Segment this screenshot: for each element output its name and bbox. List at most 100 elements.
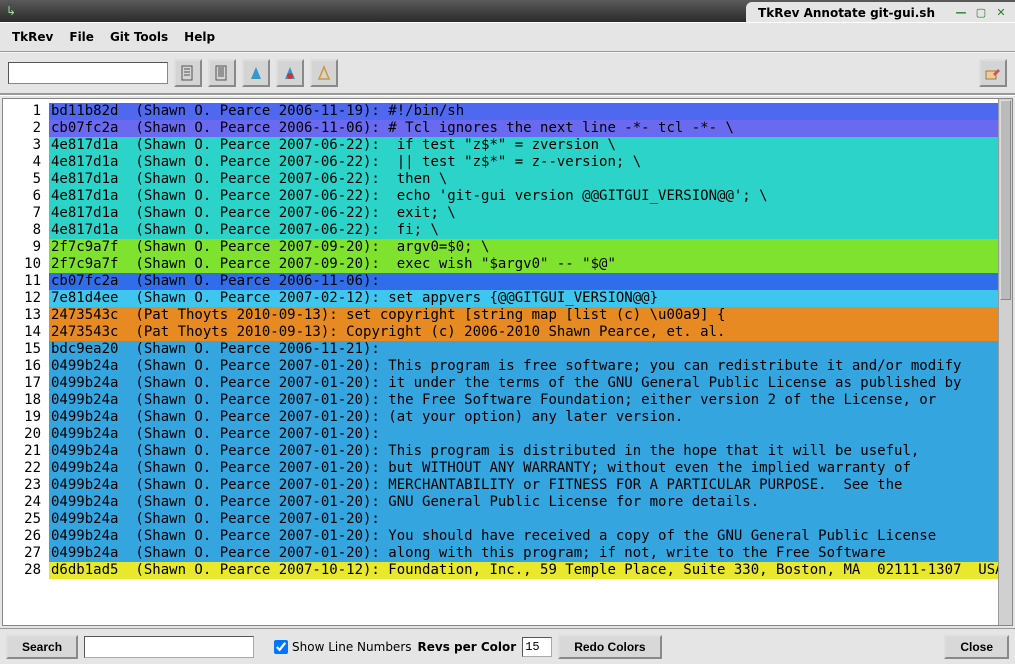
commit-hash: 4e817d1a (51, 222, 127, 239)
annotate-line[interactable]: 0499b24a (Shawn O. Pearce 2007-01-20): G… (49, 494, 998, 511)
annotate-line[interactable]: d6db1ad5 (Shawn O. Pearce 2007-10-12): F… (49, 562, 998, 579)
annotate-line[interactable]: 4e817d1a (Shawn O. Pearce 2007-06-22): e… (49, 188, 998, 205)
line-number: 25 (5, 511, 41, 528)
scrollbar-thumb[interactable] (1000, 100, 1011, 300)
toolbar-btn-tree3[interactable] (310, 59, 338, 87)
line-number: 16 (5, 358, 41, 375)
annotate-line[interactable]: 4e817d1a (Shawn O. Pearce 2007-06-22): e… (49, 205, 998, 222)
line-content: exec wish "$argv0" -- "$@" (388, 256, 998, 273)
window-title: TkRev Annotate git-gui.sh (746, 2, 947, 22)
commit-meta: (Shawn O. Pearce 2007-01-20): (127, 426, 380, 443)
line-content (380, 511, 998, 528)
minimize-icon[interactable]: — (953, 5, 969, 19)
line-number: 13 (5, 307, 41, 324)
toolbar-btn-tree1[interactable] (242, 59, 270, 87)
annotate-line[interactable]: 7e81d4ee (Shawn O. Pearce 2007-02-12): s… (49, 290, 998, 307)
line-content: argv0=$0; \ (388, 239, 998, 256)
line-number: 6 (5, 188, 41, 205)
search-input[interactable] (84, 636, 254, 658)
annotate-line[interactable]: 0499b24a (Shawn O. Pearce 2007-01-20): Y… (49, 528, 998, 545)
annotate-line[interactable]: 2f7c9a7f (Shawn O. Pearce 2007-09-20): e… (49, 256, 998, 273)
toolbar-btn-doc2[interactable] (208, 59, 236, 87)
toolbar-btn-doc1[interactable] (174, 59, 202, 87)
toolbar-search-input[interactable] (8, 62, 168, 84)
menu-git-tools[interactable]: Git Tools (104, 28, 174, 46)
search-button[interactable]: Search (6, 635, 78, 659)
annotate-line[interactable]: 0499b24a (Shawn O. Pearce 2007-01-20): a… (49, 545, 998, 562)
line-number: 15 (5, 341, 41, 358)
line-content: set appvers {@@GITGUI_VERSION@@} (388, 290, 998, 307)
line-number: 7 (5, 205, 41, 222)
annotate-line[interactable]: 0499b24a (Shawn O. Pearce 2007-01-20): (… (49, 409, 998, 426)
annotate-line[interactable]: 0499b24a (Shawn O. Pearce 2007-01-20): i… (49, 375, 998, 392)
menu-help[interactable]: Help (178, 28, 221, 46)
annotate-line[interactable]: 2473543c (Pat Thoyts 2010-09-13): set co… (49, 307, 998, 324)
annotate-line[interactable]: 0499b24a (Shawn O. Pearce 2007-01-20): (49, 511, 998, 528)
annotate-line[interactable]: 2f7c9a7f (Shawn O. Pearce 2007-09-20): a… (49, 239, 998, 256)
annotate-line[interactable]: cb07fc2a (Shawn O. Pearce 2006-11-06): #… (49, 120, 998, 137)
line-content: the Free Software Foundation; either ver… (388, 392, 998, 409)
annotate-line[interactable]: 0499b24a (Shawn O. Pearce 2007-01-20): t… (49, 392, 998, 409)
close-button[interactable]: Close (944, 635, 1009, 659)
line-content (380, 341, 998, 358)
commit-hash: 0499b24a (51, 528, 127, 545)
line-number: 10 (5, 256, 41, 273)
commit-hash: 4e817d1a (51, 171, 127, 188)
menu-file[interactable]: File (63, 28, 100, 46)
line-number: 20 (5, 426, 41, 443)
show-line-numbers-checkbox[interactable]: Show Line Numbers (274, 640, 411, 654)
commit-meta: (Shawn O. Pearce 2007-01-20): (127, 460, 388, 477)
close-icon[interactable]: ✕ (993, 5, 1009, 19)
annotate-line[interactable]: 2473543c (Pat Thoyts 2010-09-13): Copyri… (49, 324, 998, 341)
line-number: 26 (5, 528, 41, 545)
line-content: This program is free software; you can r… (388, 358, 998, 375)
commit-meta: (Shawn O. Pearce 2007-10-12): (127, 562, 388, 579)
line-content: #!/bin/sh (388, 103, 998, 120)
line-content: exit; \ (388, 205, 998, 222)
commit-hash: 0499b24a (51, 426, 127, 443)
annotate-lines[interactable]: bd11b82d (Shawn O. Pearce 2006-11-19): #… (49, 99, 998, 625)
commit-meta: (Shawn O. Pearce 2007-09-20): (127, 256, 388, 273)
commit-meta: (Shawn O. Pearce 2006-11-06): (127, 120, 388, 137)
annotate-line[interactable]: 0499b24a (Shawn O. Pearce 2007-01-20): M… (49, 477, 998, 494)
line-content: fi; \ (388, 222, 998, 239)
annotate-line[interactable]: 0499b24a (Shawn O. Pearce 2007-01-20): T… (49, 443, 998, 460)
line-content: echo 'git-gui version @@GITGUI_VERSION@@… (388, 188, 998, 205)
line-content: but WITHOUT ANY WARRANTY; without even t… (388, 460, 998, 477)
revs-per-color-input[interactable] (522, 637, 552, 657)
line-number: 24 (5, 494, 41, 511)
annotate-line[interactable]: 0499b24a (Shawn O. Pearce 2007-01-20): b… (49, 460, 998, 477)
vertical-scrollbar[interactable] (998, 99, 1012, 625)
show-line-numbers-input[interactable] (274, 640, 288, 654)
line-content: (at your option) any later version. (388, 409, 998, 426)
toolbar-btn-edit[interactable] (979, 59, 1007, 87)
menu-tkrev[interactable]: TkRev (6, 28, 59, 46)
annotate-line[interactable]: 0499b24a (Shawn O. Pearce 2007-01-20): (49, 426, 998, 443)
line-number: 19 (5, 409, 41, 426)
annotate-line[interactable]: 4e817d1a (Shawn O. Pearce 2007-06-22): f… (49, 222, 998, 239)
annotate-line[interactable]: 4e817d1a (Shawn O. Pearce 2007-06-22): |… (49, 154, 998, 171)
commit-meta: (Shawn O. Pearce 2007-01-20): (127, 392, 388, 409)
line-content: || test "z$*" = z--version; \ (388, 154, 998, 171)
annotate-line[interactable]: 4e817d1a (Shawn O. Pearce 2007-06-22): i… (49, 137, 998, 154)
line-number-gutter: 1234567891011121314151617181920212223242… (3, 99, 49, 625)
annotate-line[interactable]: bd11b82d (Shawn O. Pearce 2006-11-19): #… (49, 103, 998, 120)
commit-meta: (Shawn O. Pearce 2007-01-20): (127, 477, 388, 494)
redo-colors-button[interactable]: Redo Colors (558, 635, 661, 659)
commit-meta: (Shawn O. Pearce 2006-11-19): (127, 103, 388, 120)
commit-hash: 0499b24a (51, 409, 127, 426)
annotate-line[interactable]: bdc9ea20 (Shawn O. Pearce 2006-11-21): (49, 341, 998, 358)
commit-hash: 0499b24a (51, 443, 127, 460)
line-content: GNU General Public License for more deta… (388, 494, 998, 511)
commit-meta: (Shawn O. Pearce 2007-02-12): (127, 290, 388, 307)
annotate-line[interactable]: 4e817d1a (Shawn O. Pearce 2007-06-22): t… (49, 171, 998, 188)
annotate-line[interactable]: 0499b24a (Shawn O. Pearce 2007-01-20): T… (49, 358, 998, 375)
annotate-line[interactable]: cb07fc2a (Shawn O. Pearce 2006-11-06): (49, 273, 998, 290)
maximize-icon[interactable]: ▢ (973, 5, 989, 19)
toolbar-btn-tree2[interactable] (276, 59, 304, 87)
commit-meta: (Shawn O. Pearce 2006-11-06): (127, 273, 380, 290)
commit-hash: 4e817d1a (51, 205, 127, 222)
commit-meta: (Pat Thoyts 2010-09-13): (127, 307, 346, 324)
commit-hash: 0499b24a (51, 545, 127, 562)
commit-hash: 4e817d1a (51, 137, 127, 154)
